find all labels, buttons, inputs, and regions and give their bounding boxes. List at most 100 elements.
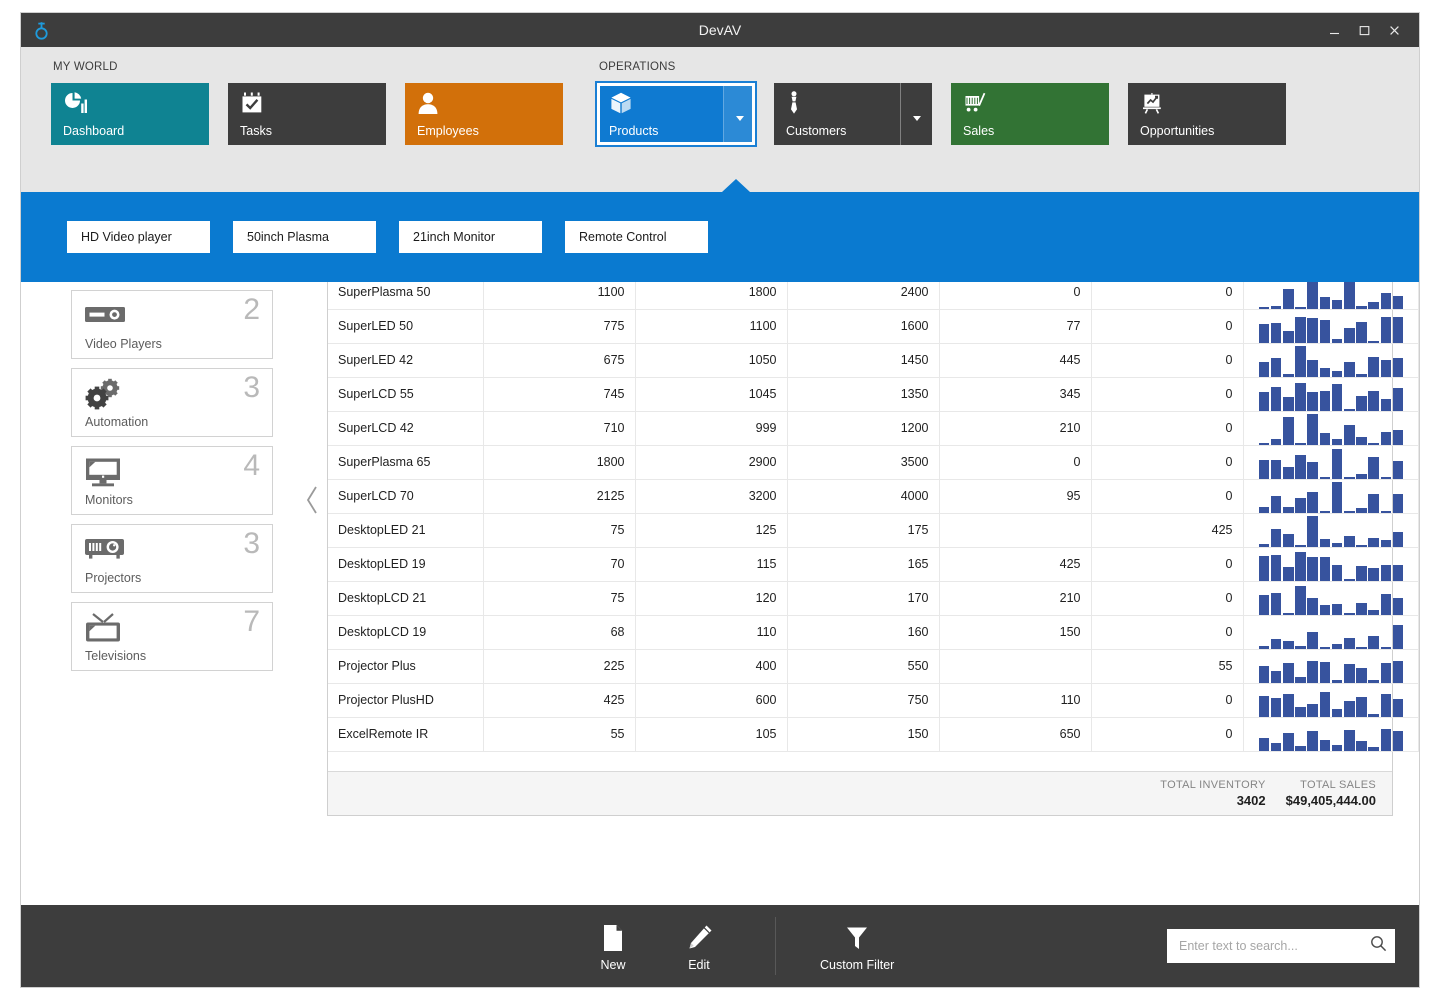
close-icon[interactable] [1379,15,1409,45]
table-row[interactable]: SuperPlasma 6518002900350000 [328,445,1418,479]
cell-value-4: 345 [939,377,1091,411]
ribbon-tile-tasks[interactable]: Tasks [228,83,386,145]
cell-sparkline [1243,309,1418,343]
cell-value-5: 0 [1091,411,1243,445]
total-inventory: TOTAL INVENTORY 3402 [1160,779,1285,808]
sparkline-bar-chart [1254,344,1408,377]
sparkline-bar-chart [1254,718,1408,751]
cell-value-4: 0 [939,445,1091,479]
cell-value-3: 4000 [787,479,939,513]
ribbon-tile-sales[interactable]: Sales [951,83,1109,145]
window-title: DevAV [21,22,1419,38]
sparkline-bar-chart [1254,480,1408,513]
search-box[interactable] [1167,929,1395,963]
cell-sparkline [1243,411,1418,445]
sidebar-label: Automation [85,415,148,429]
sparkline-bar-chart [1254,684,1408,717]
ribbon-tile-employees[interactable]: Employees [405,83,563,145]
sidebar-count: 3 [243,371,260,405]
sidebar-item-monitors[interactable]: 4 Monitors [71,446,273,515]
gears-icon [83,378,125,410]
sidebar-count: 7 [243,605,260,639]
sidebar-item-automation[interactable]: 3 Automation [71,368,273,437]
opportunity-easel-icon [1140,91,1286,117]
sparkline-bar-chart [1254,310,1408,343]
sidebar-count: 3 [243,527,260,561]
table-row[interactable]: SuperLCD 70212532004000950 [328,479,1418,513]
ribbon-tile-opportunities[interactable]: Opportunities [1128,83,1286,145]
cell-value-4: 425 [939,547,1091,581]
cell-value-5: 0 [1091,479,1243,513]
title-bar: DevAV [21,13,1419,47]
cell-sparkline [1243,649,1418,683]
table-row[interactable]: DesktopLED 2175125175425 [328,513,1418,547]
sidebar-label: Projectors [85,571,141,585]
products-flyout-panel: HD Video player 50inch Plasma 21inch Mon… [21,192,1419,282]
table-row[interactable]: SuperLED 5077511001600770 [328,309,1418,343]
cell-value-2: 2900 [635,445,787,479]
customers-dropdown-chevron-down-icon[interactable] [901,83,932,145]
flyout-item-50inch-plasma[interactable]: 50inch Plasma [233,221,376,253]
cell-value-1: 2125 [483,479,635,513]
flyout-item-remote-control[interactable]: Remote Control [565,221,708,253]
cell-sparkline [1243,683,1418,717]
maximize-icon[interactable] [1349,15,1379,45]
sidebar-item-projectors[interactable]: 3 Projectors [71,524,273,593]
ribbon-tile-label: Opportunities [1140,124,1286,145]
cell-product-name: SuperLCD 70 [328,479,483,513]
cell-value-4: 210 [939,411,1091,445]
ribbon-tile-products[interactable]: Products [597,83,755,145]
cell-value-1: 68 [483,615,635,649]
cell-value-4: 210 [939,581,1091,615]
ribbon-tile-dashboard[interactable]: Dashboard [51,83,209,145]
sparkline-bar-chart [1254,446,1408,479]
table-row[interactable]: Projector Plus22540055055 [328,649,1418,683]
cell-value-1: 745 [483,377,635,411]
cell-value-1: 425 [483,683,635,717]
bottom-toolbar: New Edit Custom F [21,905,1419,987]
total-inventory-label: TOTAL INVENTORY [1160,779,1265,791]
custom-filter-button[interactable]: Custom Filter [820,921,894,972]
table-row[interactable]: Projector PlusHD4256007501100 [328,683,1418,717]
table-row[interactable]: SuperLED 42675105014504450 [328,343,1418,377]
cell-product-name: Projector PlusHD [328,683,483,717]
table-row[interactable]: DesktopLCD 19681101601500 [328,615,1418,649]
cell-sparkline [1243,513,1418,547]
sidebar-item-televisions[interactable]: 7 Televisions [71,602,273,671]
search-icon[interactable] [1370,935,1387,957]
sparkline-bar-chart [1254,412,1408,445]
flyout-item-21inch-monitor[interactable]: 21inch Monitor [399,221,542,253]
ribbon-tile-label: Sales [963,124,1109,145]
dashboard-chart-icon [63,91,209,117]
ribbon-tile-customers[interactable]: Customers [774,83,932,145]
products-dropdown-chevron-down-icon[interactable] [724,83,755,145]
product-box-icon [609,91,723,117]
cell-value-4 [939,649,1091,683]
cell-value-1: 75 [483,581,635,615]
cell-product-name: SuperPlasma 65 [328,445,483,479]
table-row[interactable]: ExcelRemote IR551051506500 [328,717,1418,751]
sidebar-item-video-players[interactable]: 2 Video Players [71,290,273,359]
table-row[interactable]: DesktopLED 19701151654250 [328,547,1418,581]
new-button[interactable]: New [581,921,645,972]
flyout-item-hd-video-player[interactable]: HD Video player [67,221,210,253]
minimize-icon[interactable] [1319,15,1349,45]
ribbon-group-operations: OPERATIONS Products [597,61,1286,145]
table-row[interactable]: SuperLCD 4271099912002100 [328,411,1418,445]
edit-button[interactable]: Edit [667,921,731,972]
sparkline-bar-chart [1254,548,1408,581]
table-row[interactable]: DesktopLCD 21751201702100 [328,581,1418,615]
cell-sparkline [1243,445,1418,479]
sidebar-label: Monitors [85,493,133,507]
cell-sparkline [1243,615,1418,649]
cell-sparkline [1243,581,1418,615]
cell-value-5: 425 [1091,513,1243,547]
cell-value-2: 115 [635,547,787,581]
cell-value-4: 150 [939,615,1091,649]
ribbon-tile-label: Dashboard [63,124,209,145]
sidebar-collapse-chevron-left-icon[interactable] [302,482,322,518]
table-row[interactable]: SuperLCD 55745104513503450 [328,377,1418,411]
cell-value-4: 650 [939,717,1091,751]
cell-value-2: 105 [635,717,787,751]
search-input[interactable] [1179,939,1370,953]
